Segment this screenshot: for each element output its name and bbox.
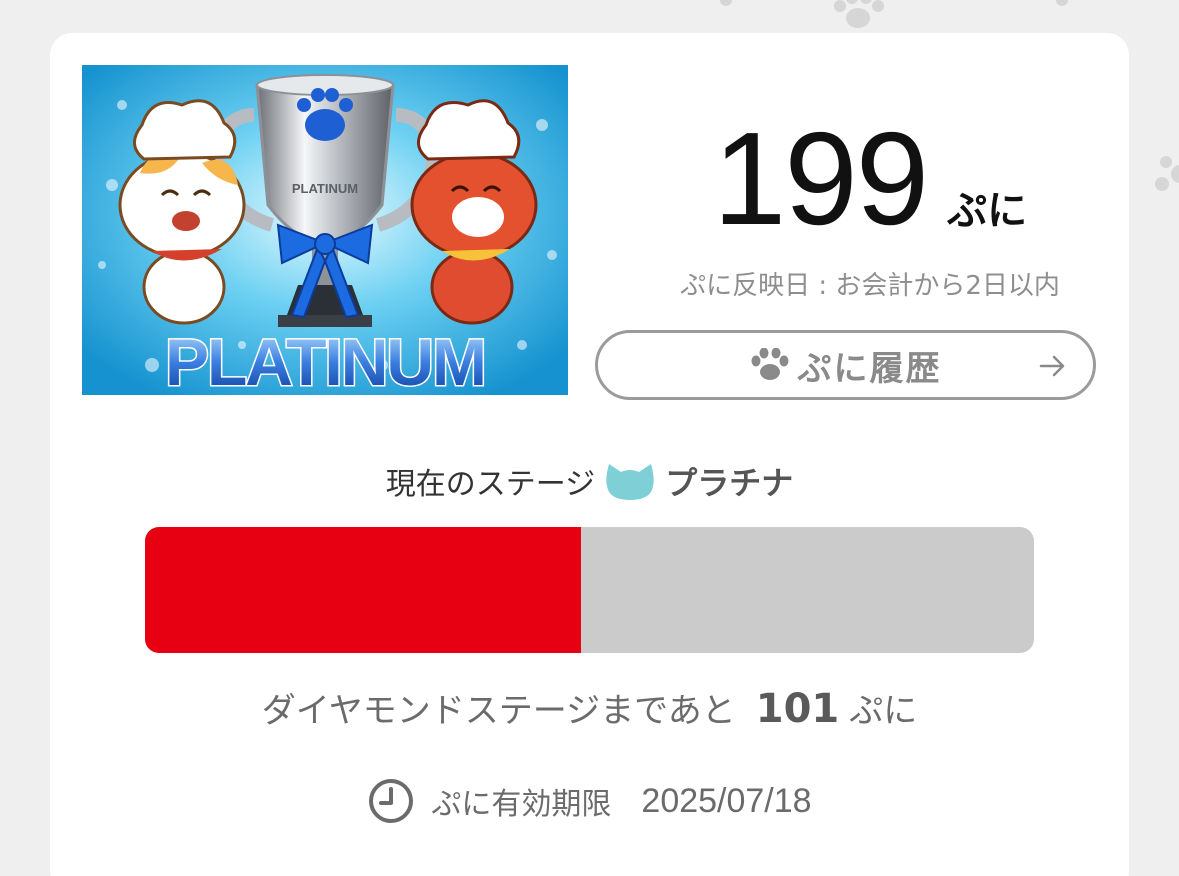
stage-progress-bar <box>145 527 1034 653</box>
current-stage-label: 現在のステージ <box>385 467 596 502</box>
point-card: PLATINUM PLATINUM 199 ぷに ぷに反映日: お会計から2日… <box>50 33 1129 876</box>
clock-icon <box>369 779 414 823</box>
background-paw-icon <box>720 0 732 6</box>
expiry-label: ぷに有効期限 <box>431 787 612 822</box>
banner-headline: PLATINUM <box>165 325 485 395</box>
paw-icon <box>751 348 788 380</box>
expiry-date: 2025/07/18 <box>641 781 812 820</box>
platinum-banner-image: PLATINUM PLATINUM <box>82 65 568 395</box>
next-stage-remaining-value: 101 <box>755 686 840 732</box>
cat-face-icon <box>606 464 654 500</box>
arrow-right-icon <box>1039 355 1065 377</box>
points-value: 199 <box>712 105 929 252</box>
points-reflect-note: ぷに反映日 : お会計から2日以内 <box>680 271 1060 301</box>
current-stage-name: プラチナ <box>665 464 794 502</box>
points-expiry: ぷに有効期限 2025/07/18 <box>50 777 1129 825</box>
background-paw-icon <box>1056 0 1068 6</box>
current-stage: 現在のステージ プラチナ <box>50 458 1129 504</box>
background-paw-icon <box>834 0 884 28</box>
next-stage-unit: ぷに <box>849 691 918 731</box>
background-paw-icon <box>1155 156 1179 191</box>
banner-trophy-text: PLATINUM <box>292 181 358 196</box>
stage-progress-fill <box>145 527 581 653</box>
points-unit: ぷに <box>947 188 1028 234</box>
points-display: 199 ぷに <box>640 113 1100 245</box>
next-stage-remaining: ダイヤモンドステージまであと 101 ぷに <box>50 683 1129 732</box>
next-stage-text: ダイヤモンドステージまであと <box>261 691 736 731</box>
point-history-label: ぷに履歴 <box>797 348 942 389</box>
point-history-button[interactable]: ぷに履歴 <box>595 330 1096 400</box>
